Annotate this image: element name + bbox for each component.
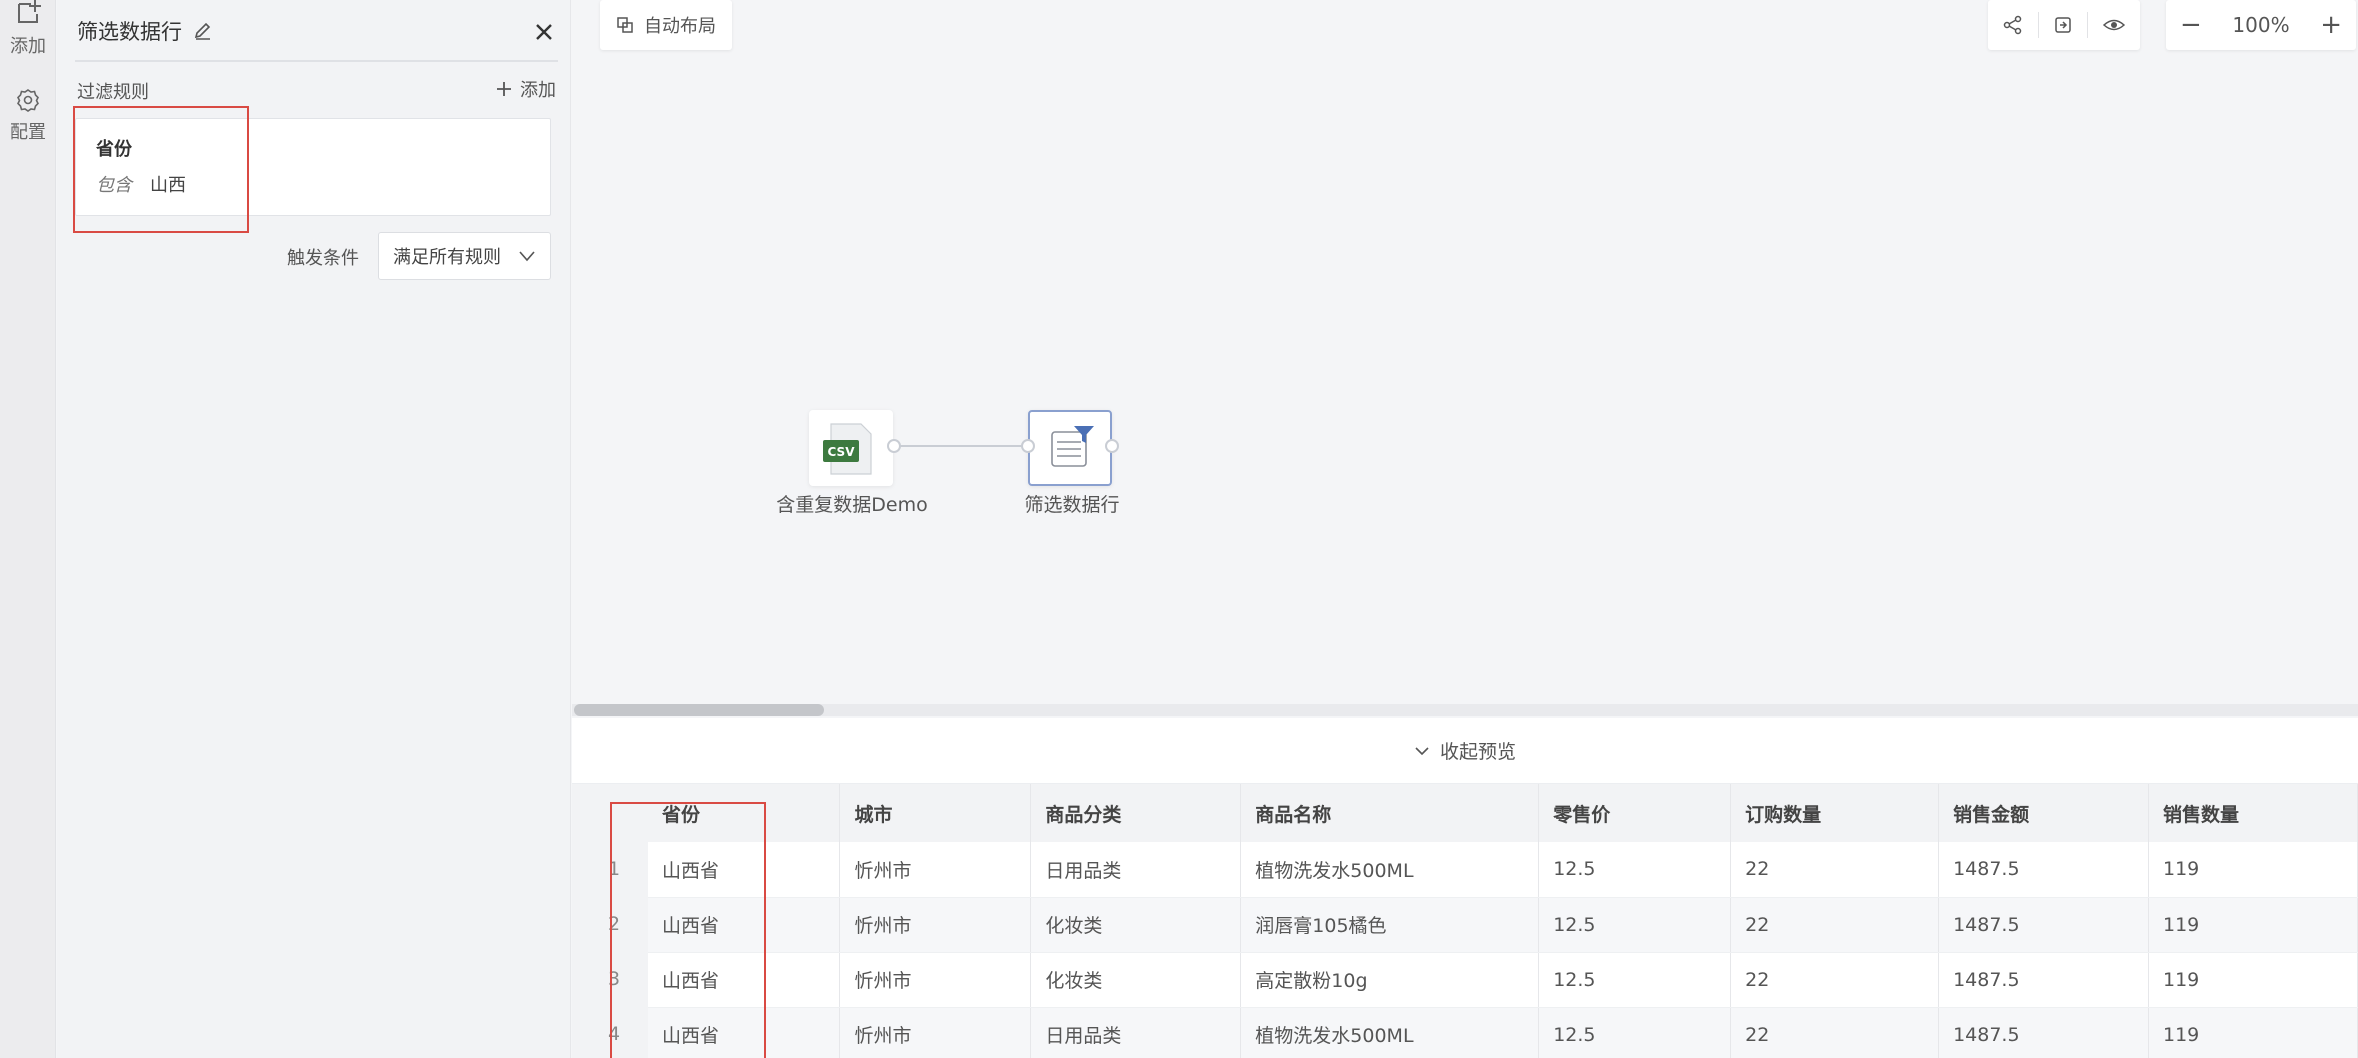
- table-cell: 忻州市: [839, 842, 1032, 898]
- table-cell: 1487.5: [1938, 842, 2149, 898]
- table-row: 山西省 忻州市 化妆类 润唇膏105橘色 12.5 22 1487.5 119: [648, 897, 2358, 953]
- table-cell: 22: [1730, 842, 1940, 898]
- table-cell: 植物洗发水500ML: [1240, 842, 1540, 898]
- table-cell: 22: [1730, 952, 1940, 1008]
- auto-layout-icon: [617, 17, 633, 33]
- table-cell: 化妆类: [1030, 952, 1242, 1008]
- table-cell: 119: [2148, 952, 2358, 1008]
- data-preview: 收起预览 1 2 3 4 省份 城市 商品分类 商品名称 零售价 订购数量 销售…: [572, 718, 2358, 1058]
- filter-rows-node[interactable]: [1028, 410, 1112, 486]
- filter-rows-icon: [1051, 426, 1094, 467]
- add-rule-label: 添加: [520, 80, 556, 101]
- table-cell: 12.5: [1538, 1007, 1732, 1058]
- table-cell: 1487.5: [1938, 1007, 2149, 1058]
- plus-icon: [497, 82, 511, 96]
- panel-title: 筛选数据行: [77, 20, 182, 44]
- column-header[interactable]: 零售价: [1538, 784, 1732, 842]
- csv-source-node[interactable]: CSV: [809, 410, 893, 486]
- add-node-label: 添加: [10, 36, 46, 57]
- add-node-button[interactable]: 添加: [0, 0, 56, 58]
- table-cell: 植物洗发水500ML: [1240, 1007, 1540, 1058]
- eye-icon[interactable]: [2102, 15, 2125, 35]
- column-highlight-box: [610, 802, 766, 1058]
- zoom-out-button[interactable]: −: [2180, 12, 2202, 38]
- csv-file-icon: CSV: [823, 423, 872, 475]
- edit-icon[interactable]: [192, 20, 214, 42]
- table-cell: 12.5: [1538, 952, 1732, 1008]
- flow-edge: [900, 445, 1030, 447]
- table-cell: 润唇膏105橘色: [1240, 897, 1540, 953]
- filter-rules-label: 过滤规则: [77, 82, 149, 103]
- config-label: 配置: [10, 122, 46, 143]
- chevron-down-icon: [1415, 746, 1429, 755]
- table-cell: 119: [2148, 842, 2358, 898]
- table-cell: 12.5: [1538, 897, 1732, 953]
- table-row: 山西省 忻州市 日用品类 植物洗发水500ML 12.5 22 1487.5 1…: [648, 1007, 2358, 1058]
- trigger-condition-label: 触发条件: [287, 248, 359, 269]
- csv-node-label: 含重复数据Demo: [776, 494, 928, 516]
- table-cell: 22: [1730, 1007, 1940, 1058]
- column-header[interactable]: 商品分类: [1030, 784, 1242, 842]
- flow-canvas[interactable]: 自动布局 − 100% + CSV 含重复数据Demo 筛选数据行: [572, 0, 2358, 716]
- collapse-preview-button[interactable]: 收起预览: [572, 718, 2358, 784]
- preview-table-wrap: 1 2 3 4 省份 城市 商品分类 商品名称 零售价 订购数量 销售金额 销售…: [572, 784, 2358, 1058]
- export-icon[interactable]: [2053, 15, 2073, 35]
- svg-text:CSV: CSV: [828, 445, 856, 459]
- table-cell: 高定散粉10g: [1240, 952, 1540, 1008]
- column-header[interactable]: 商品名称: [1240, 784, 1540, 842]
- table-cell: 119: [2148, 897, 2358, 953]
- table-cell: 忻州市: [839, 1007, 1032, 1058]
- filter-output-port[interactable]: [1105, 439, 1119, 453]
- column-header[interactable]: 城市: [839, 784, 1032, 842]
- canvas-scrollbar-track: [572, 704, 2358, 716]
- table-cell: 119: [2148, 1007, 2358, 1058]
- config-button[interactable]: 配置: [0, 88, 56, 144]
- zoom-tools: − 100% +: [2166, 0, 2356, 50]
- table-cell: 日用品类: [1030, 1007, 1242, 1058]
- table-cell: 忻州市: [839, 897, 1032, 953]
- view-tools: [1988, 0, 2140, 50]
- gear-icon: [17, 89, 39, 112]
- rule-highlight-box: [73, 106, 249, 233]
- filter-node-label: 筛选数据行: [1024, 494, 1120, 516]
- config-panel: 筛选数据行 过滤规则 添加 省份 包含 山西 触发条件 满足所有规则: [57, 0, 571, 1058]
- left-rail: 添加 配置: [0, 0, 56, 1058]
- add-rule-button[interactable]: 添加: [496, 76, 556, 102]
- column-header[interactable]: 销售金额: [1938, 784, 2149, 842]
- table-cell: 日用品类: [1030, 842, 1242, 898]
- zoom-level: 100%: [2232, 13, 2290, 37]
- auto-layout-label: 自动布局: [644, 16, 716, 37]
- collapse-preview-label: 收起预览: [1439, 741, 1516, 763]
- add-node-icon: [18, 0, 41, 23]
- filter-input-port[interactable]: [1021, 439, 1035, 453]
- trigger-condition-select[interactable]: 满足所有规则: [378, 232, 551, 280]
- panel-divider: [75, 60, 558, 62]
- table-cell: 12.5: [1538, 842, 1732, 898]
- canvas-scrollbar-thumb[interactable]: [574, 704, 824, 716]
- auto-layout-button[interactable]: 自动布局: [600, 0, 732, 50]
- table-row: 山西省 忻州市 化妆类 高定散粉10g 12.5 22 1487.5 119: [648, 952, 2358, 1008]
- table-cell: 1487.5: [1938, 897, 2149, 953]
- trigger-condition-value: 满足所有规则: [393, 247, 501, 268]
- table-row: 山西省 忻州市 日用品类 植物洗发水500ML 12.5 22 1487.5 1…: [648, 842, 2358, 898]
- zoom-in-button[interactable]: +: [2320, 12, 2342, 38]
- column-header[interactable]: 订购数量: [1730, 784, 1940, 842]
- table-cell: 1487.5: [1938, 952, 2149, 1008]
- share-icon[interactable]: [2003, 15, 2023, 35]
- chevron-down-icon: [519, 251, 535, 262]
- close-icon[interactable]: [532, 20, 556, 44]
- table-cell: 忻州市: [839, 952, 1032, 1008]
- panel-header: 筛选数据行: [77, 10, 556, 52]
- preview-table: 省份 城市 商品分类 商品名称 零售价 订购数量 销售金额 销售数量 山西省 忻…: [648, 784, 2358, 1058]
- table-header-row: 省份 城市 商品分类 商品名称 零售价 订购数量 销售金额 销售数量: [648, 784, 2358, 842]
- csv-output-port[interactable]: [887, 439, 901, 453]
- table-cell: 化妆类: [1030, 897, 1242, 953]
- table-cell: 22: [1730, 897, 1940, 953]
- column-header[interactable]: 销售数量: [2148, 784, 2358, 842]
